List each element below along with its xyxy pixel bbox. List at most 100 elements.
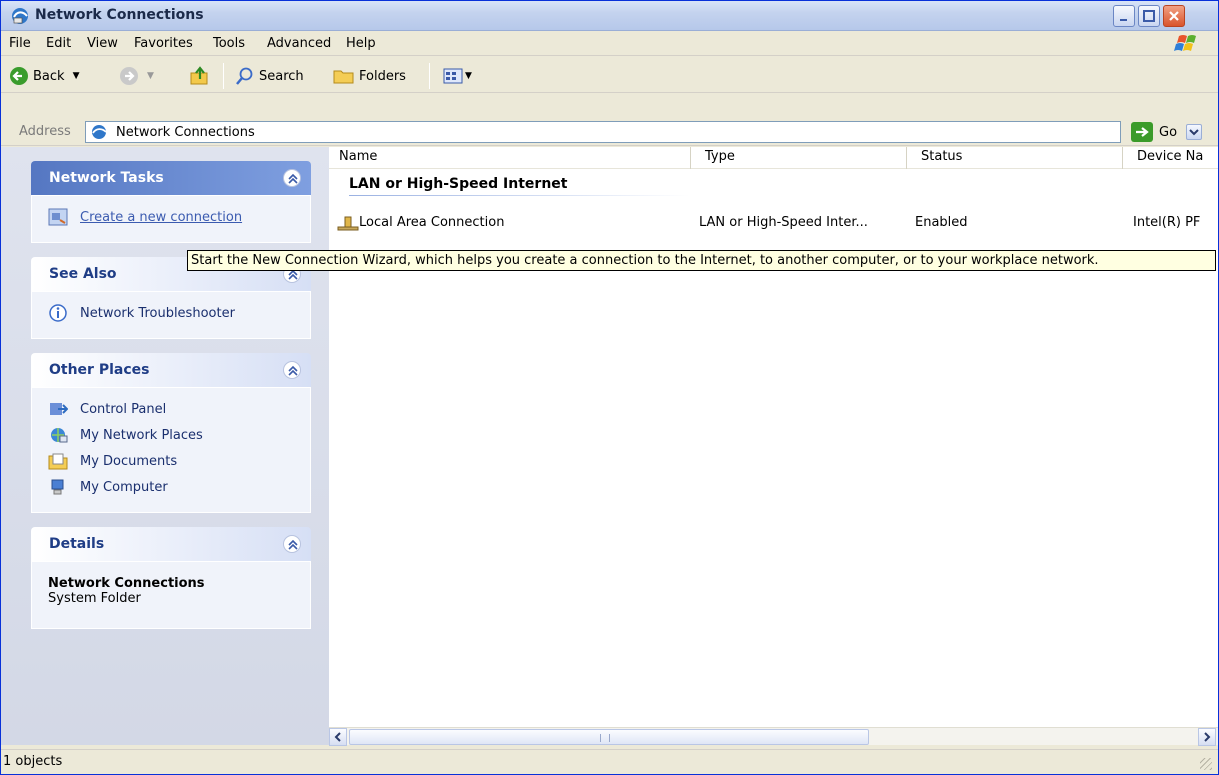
go-button[interactable]: Go xyxy=(1131,122,1177,142)
views-icon xyxy=(443,68,463,84)
explorer-window: Network Connections File Edit View Favor… xyxy=(0,0,1219,775)
go-label: Go xyxy=(1159,124,1178,140)
details-body: Network Connections System Folder xyxy=(31,561,311,629)
maximize-icon xyxy=(1143,10,1155,22)
lan-connection-icon xyxy=(337,216,359,231)
network-tasks-panel: Network Tasks Create a new connection xyxy=(31,161,311,243)
double-chevron-up-icon xyxy=(288,173,298,184)
up-button[interactable] xyxy=(189,65,211,87)
maximize-button[interactable] xyxy=(1138,5,1160,27)
go-arrow-icon xyxy=(1131,122,1153,142)
details-title: Details xyxy=(49,536,105,552)
network-connections-icon xyxy=(92,125,107,139)
views-dropdown-icon[interactable]: ▼ xyxy=(465,71,472,81)
close-button[interactable] xyxy=(1163,5,1185,27)
my-network-places-icon xyxy=(51,428,68,443)
my-network-places-link[interactable]: My Network Places xyxy=(48,422,294,448)
other-places-header[interactable]: Other Places xyxy=(31,353,311,387)
windows-logo-icon xyxy=(1174,35,1196,51)
my-documents-label: My Documents xyxy=(80,453,178,469)
my-documents-link[interactable]: My Documents xyxy=(48,448,294,474)
connection-type: LAN or High-Speed Inter... xyxy=(699,215,868,230)
address-dropdown-button[interactable] xyxy=(1186,124,1202,140)
address-bar: Address Network Connections Go xyxy=(1,118,1218,146)
scroll-thumb[interactable] xyxy=(349,729,869,745)
control-panel-label: Control Panel xyxy=(80,401,167,417)
network-troubleshooter-label: Network Troubleshooter xyxy=(80,305,235,321)
details-type: System Folder xyxy=(48,591,141,606)
scroll-left-button[interactable] xyxy=(329,728,347,746)
search-button[interactable]: Search xyxy=(235,65,304,87)
collapse-button[interactable] xyxy=(283,169,301,187)
column-header-name[interactable]: Name xyxy=(329,147,691,169)
new-connection-icon xyxy=(48,208,68,226)
menu-tools[interactable]: Tools xyxy=(213,36,245,51)
control-panel-link[interactable]: Control Panel xyxy=(48,396,294,422)
table-row[interactable]: Local Area Connection LAN or High-Speed … xyxy=(329,213,1218,235)
my-computer-link[interactable]: My Computer xyxy=(48,474,294,500)
address-label: Address xyxy=(19,124,71,139)
connection-device: Intel(R) PF xyxy=(1133,215,1201,230)
see-also-title: See Also xyxy=(49,266,117,282)
column-header-device-name[interactable]: Device Na xyxy=(1127,147,1218,169)
menu-view[interactable]: View xyxy=(87,36,118,51)
title-bar[interactable]: Network Connections xyxy=(1,1,1218,31)
details-header[interactable]: Details xyxy=(31,527,311,561)
status-text: 1 objects xyxy=(3,754,63,769)
back-button[interactable]: Back ▼ xyxy=(9,65,79,87)
folders-button[interactable]: Folders xyxy=(333,65,406,87)
scroll-right-button[interactable] xyxy=(1198,728,1216,746)
group-divider xyxy=(349,195,689,196)
views-button[interactable]: ▼ xyxy=(443,65,472,87)
other-places-body: Control Panel My Network Places My Docum… xyxy=(31,387,311,513)
menu-help[interactable]: Help xyxy=(346,36,376,51)
group-header: LAN or High-Speed Internet xyxy=(349,176,568,192)
tooltip: Start the New Connection Wizard, which h… xyxy=(187,250,1216,271)
forward-dropdown-icon[interactable]: ▼ xyxy=(147,71,154,81)
network-connections-icon xyxy=(12,8,28,24)
resize-grip[interactable] xyxy=(1200,758,1212,770)
standard-toolbar: Back ▼ ▼ Search Folders ▼ xyxy=(1,57,1218,93)
close-icon xyxy=(1169,11,1179,21)
my-computer-label: My Computer xyxy=(80,479,168,495)
control-panel-icon xyxy=(50,403,68,415)
scroll-grip xyxy=(600,734,610,742)
network-tasks-body: Create a new connection xyxy=(31,195,311,243)
collapse-button[interactable] xyxy=(283,361,301,379)
status-bar: 1 objects xyxy=(1,749,1218,774)
details-panel: Details Network Connections System Folde… xyxy=(31,527,311,629)
network-tasks-header[interactable]: Network Tasks xyxy=(31,161,311,195)
see-also-body: Network Troubleshooter xyxy=(31,291,311,339)
create-new-connection-link[interactable]: Create a new connection xyxy=(48,204,294,230)
forward-button[interactable]: ▼ xyxy=(119,65,154,87)
other-places-panel: Other Places Control Panel My Network Pl… xyxy=(31,353,311,513)
menu-advanced[interactable]: Advanced xyxy=(267,36,331,51)
chevron-down-icon xyxy=(1189,129,1199,136)
double-chevron-up-icon xyxy=(288,539,298,550)
menu-file[interactable]: File xyxy=(9,36,31,51)
menu-bar: File Edit View Favorites Tools Advanced … xyxy=(1,32,1218,56)
file-list-view[interactable]: Name Type Status Device Na LAN or High-S… xyxy=(329,147,1218,746)
toolbar-separator xyxy=(429,63,430,89)
chevron-left-icon xyxy=(334,732,341,742)
network-tasks-title: Network Tasks xyxy=(49,170,164,186)
menu-favorites[interactable]: Favorites xyxy=(134,36,193,51)
double-chevron-up-icon xyxy=(288,365,298,376)
minimize-button[interactable] xyxy=(1113,5,1135,27)
horizontal-scrollbar[interactable] xyxy=(329,727,1218,746)
column-header-status[interactable]: Status xyxy=(911,147,1123,169)
minimize-icon xyxy=(1120,19,1127,21)
menu-edit[interactable]: Edit xyxy=(46,36,71,51)
address-value: Network Connections xyxy=(116,125,255,140)
toolbar-separator xyxy=(223,63,224,89)
back-dropdown-icon[interactable]: ▼ xyxy=(73,71,80,81)
network-troubleshooter-link[interactable]: Network Troubleshooter xyxy=(48,300,294,326)
column-header-type[interactable]: Type xyxy=(695,147,907,169)
details-name: Network Connections xyxy=(48,576,205,591)
my-documents-icon xyxy=(48,453,68,470)
other-places-title: Other Places xyxy=(49,362,150,378)
my-network-places-label: My Network Places xyxy=(80,427,203,443)
up-folder-icon xyxy=(190,66,208,85)
collapse-button[interactable] xyxy=(283,535,301,553)
address-field[interactable]: Network Connections xyxy=(85,121,1202,143)
